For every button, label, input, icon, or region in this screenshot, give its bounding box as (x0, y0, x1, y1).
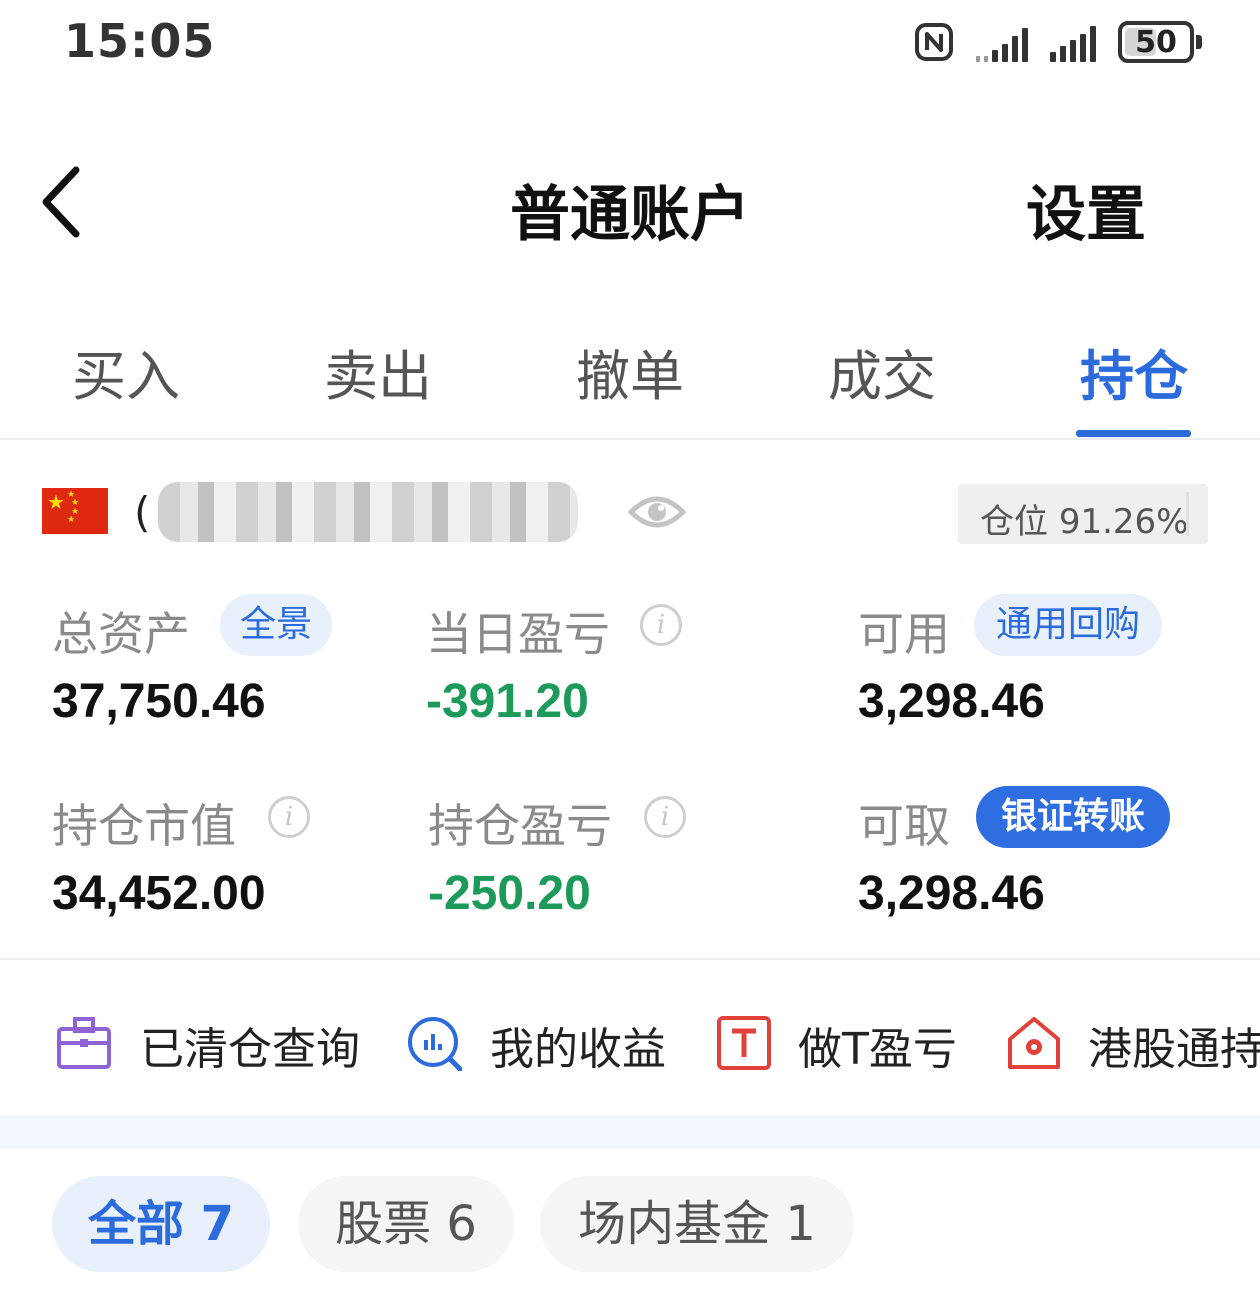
position-pnl-label: 持仓盈亏 (428, 799, 612, 853)
eye-icon[interactable] (628, 492, 686, 532)
tab-filled[interactable]: 成交 (828, 332, 936, 411)
tab-buy[interactable]: 买入 (72, 332, 180, 411)
position-pnl-value: -250.20 (428, 867, 591, 920)
daily-pnl-label: 当日盈亏 (426, 607, 610, 661)
withdrawable-value: 3,298.46 (858, 867, 1045, 920)
available-value: 3,298.46 (858, 675, 1045, 728)
total-assets-label: 总资产 (52, 607, 190, 661)
quick-link-label: 做T盈亏 (798, 1024, 957, 1075)
info-icon[interactable]: i (268, 796, 310, 838)
market-value-value: 34,452.00 (52, 867, 266, 920)
position-value: 91.26% (1058, 502, 1189, 542)
account-name: ( (134, 488, 151, 537)
filter-all[interactable]: 全部 7 (52, 1176, 270, 1272)
quick-links: 已清仓查询 我的收益 做T盈亏 港股通持 (0, 995, 1260, 1085)
bank-transfer-button[interactable]: 银证转账 (976, 786, 1170, 848)
chart-search-icon (408, 1017, 462, 1071)
available-label: 可用 (858, 607, 950, 661)
quick-link-t-trade-pnl[interactable]: 做T盈亏 (716, 1005, 966, 1075)
battery-text: 50 (1135, 24, 1177, 60)
account-number-masked (158, 482, 578, 542)
signal-icon (1050, 22, 1096, 62)
quick-link-my-earnings[interactable]: 我的收益 (406, 1005, 666, 1075)
battery-icon: 50 (1118, 21, 1202, 63)
header: 普通账户 设置 (0, 140, 1260, 260)
china-flag-icon: ★ ★ ★ ★ ★ (42, 488, 108, 534)
repo-button[interactable]: 通用回购 (974, 594, 1162, 656)
t-box-icon (717, 1016, 771, 1070)
signal-icon (976, 22, 1028, 62)
nfc-icon (915, 23, 953, 61)
tab-indicator (1076, 430, 1191, 437)
quick-link-label: 港股通持 (1088, 1024, 1260, 1075)
tab-sell[interactable]: 卖出 (324, 332, 432, 411)
market-value-label: 持仓市值 (52, 799, 236, 853)
total-assets-value: 37,750.46 (52, 675, 266, 728)
info-icon[interactable]: i (640, 604, 682, 646)
tab-cancel[interactable]: 撤单 (576, 332, 684, 411)
info-icon[interactable]: i (644, 796, 686, 838)
status-time: 15:05 (64, 14, 216, 68)
tab-positions[interactable]: 持仓 (1080, 332, 1188, 411)
section-separator (0, 1115, 1260, 1149)
position-label: 仓位 (980, 502, 1048, 542)
withdrawable-label: 可取 (858, 799, 950, 853)
quick-link-hk-connect[interactable]: 港股通持 (1006, 1005, 1260, 1075)
settings-button[interactable]: 设置 (1026, 166, 1146, 253)
filter-stocks[interactable]: 股票 6 (298, 1176, 514, 1272)
quick-link-label: 已清仓查询 (140, 1024, 360, 1075)
daily-pnl-value: -391.20 (426, 675, 589, 728)
hk-house-icon (1008, 1017, 1060, 1069)
overview-button[interactable]: 全景 (220, 594, 332, 656)
quick-link-label: 我的收益 (490, 1024, 666, 1075)
quick-link-cleared-positions[interactable]: 已清仓查询 (56, 1005, 360, 1075)
filter-exchange-funds[interactable]: 场内基金 1 (540, 1176, 854, 1272)
status-icons: 50 (914, 18, 1202, 66)
position-ratio-badge: 仓位 91.26% (958, 484, 1208, 544)
account-row: ★ ★ ★ ★ ★ ( 仓位 91.26% (0, 470, 1260, 560)
briefcase-icon (57, 1017, 111, 1069)
trade-tabs: 买入 卖出 撤单 成交 持仓 (0, 320, 1260, 440)
status-bar: 15:05 50 (0, 0, 1260, 90)
